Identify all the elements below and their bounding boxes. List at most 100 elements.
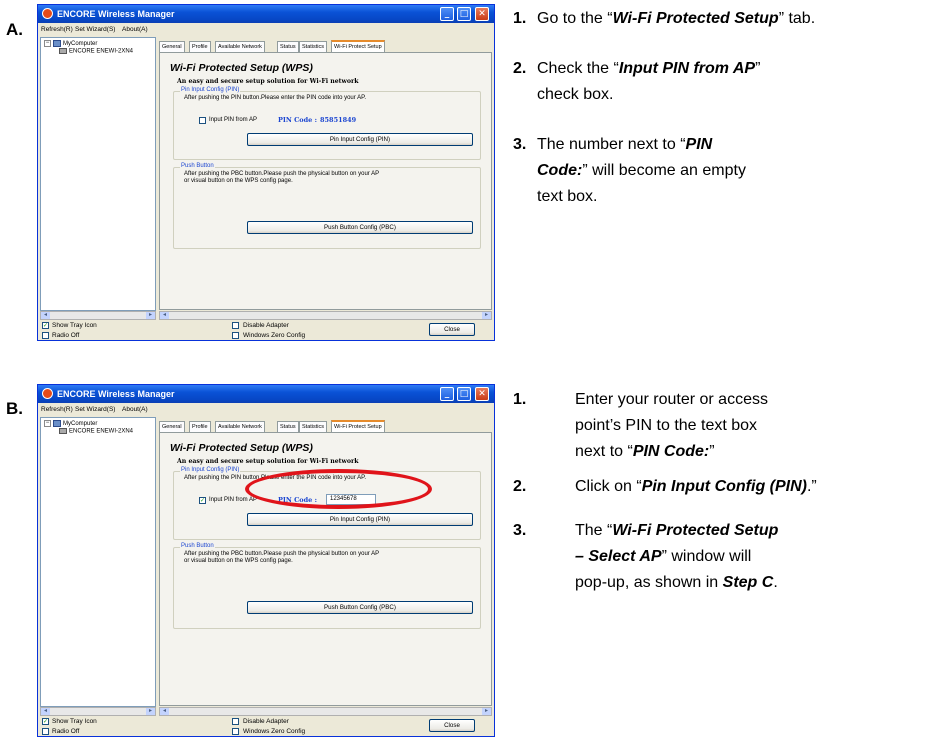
app-icon	[42, 8, 53, 19]
tree-scrollbar[interactable]: ◂ ▸	[40, 311, 156, 320]
scroll-right-icon[interactable]: ▸	[146, 708, 155, 715]
computer-icon	[53, 40, 61, 47]
disable-adapter-checkbox[interactable]	[232, 718, 239, 725]
pin-code-value: 85851849	[320, 116, 357, 124]
menu-set-wizard[interactable]: Set Wizard(S)	[75, 406, 115, 413]
title-bar[interactable]: ENCORE Wireless Manager _ □ ✕	[38, 385, 494, 403]
menu-refresh[interactable]: Refresh(R)	[41, 26, 73, 33]
tree-node-computer[interactable]: − MyComputer	[44, 40, 97, 47]
pbc-group: Push Button After pushing the PBC button…	[173, 163, 481, 249]
item-emphasis: Wi-Fi Protected Setup	[612, 10, 779, 27]
push-button-config-button[interactable]: Push Button Config (PBC)	[247, 601, 473, 614]
collapse-icon[interactable]: −	[44, 420, 51, 427]
scroll-left-icon[interactable]: ◂	[41, 708, 50, 715]
push-button-config-button[interactable]: Push Button Config (PBC)	[247, 221, 473, 234]
title-bar[interactable]: ENCORE Wireless Manager _ □ ✕	[38, 5, 494, 23]
scroll-right-icon[interactable]: ▸	[482, 312, 491, 319]
tree-node-computer[interactable]: − MyComputer	[44, 420, 97, 427]
radio-off-label: Radio Off	[52, 728, 80, 735]
scroll-left-icon[interactable]: ◂	[160, 312, 169, 319]
step-a-letter: A.	[6, 20, 23, 39]
windows-zero-config-checkbox[interactable]	[232, 728, 239, 735]
pin-group-legend: Pin Input Config (PIN)	[180, 467, 241, 473]
input-pin-label: Input PIN from AP	[209, 497, 258, 503]
item-text: .”	[806, 478, 817, 495]
step-b-letter: B.	[6, 399, 23, 418]
show-tray-checkbox[interactable]: ✓	[42, 322, 49, 329]
tab-general[interactable]: General	[159, 41, 185, 52]
panel-scrollbar[interactable]: ◂ ▸	[159, 707, 492, 716]
close-icon[interactable]: ✕	[475, 387, 489, 401]
tree-node-adapter[interactable]: ENCORE ENEWI-2XN4	[59, 428, 133, 435]
panel-scrollbar[interactable]: ◂ ▸	[159, 311, 492, 320]
item-text: The “	[575, 522, 613, 539]
windows-zero-config-label: Windows Zero Config	[243, 728, 306, 735]
tree-node-adapter[interactable]: ENCORE ENEWI-2XN4	[59, 48, 133, 55]
item-emphasis: Step C	[722, 574, 774, 591]
input-pin-checkbox[interactable]: ✓	[199, 497, 206, 504]
show-tray-label: Show Tray Icon	[52, 718, 97, 725]
item-number: 3.	[513, 136, 527, 153]
collapse-icon[interactable]: −	[44, 40, 51, 47]
disable-adapter-checkbox[interactable]	[232, 322, 239, 329]
windows-zero-config-checkbox[interactable]	[232, 332, 239, 339]
item-number: 1.	[513, 10, 527, 27]
maximize-icon[interactable]: □	[457, 7, 471, 21]
minimize-icon[interactable]: _	[440, 7, 454, 21]
tab-wifi-protect-setup[interactable]: Wi-Fi Protect Setup	[331, 40, 385, 52]
windows-zero-config-label: Windows Zero Config	[243, 332, 306, 339]
radio-off-checkbox[interactable]	[42, 332, 49, 339]
window-b: ENCORE Wireless Manager _ □ ✕ Refresh(R)…	[37, 384, 495, 737]
maximize-icon[interactable]: □	[457, 387, 471, 401]
highlight-ellipse	[245, 469, 432, 509]
tab-status[interactable]: Status	[277, 421, 299, 432]
tab-available-network[interactable]: Available Network	[215, 421, 265, 432]
close-button[interactable]: Close	[429, 719, 475, 732]
menu-set-wizard[interactable]: Set Wizard(S)	[75, 26, 115, 33]
pbc-group: Push Button After pushing the PBC button…	[173, 543, 481, 629]
menu-refresh[interactable]: Refresh(R)	[41, 406, 73, 413]
minimize-icon[interactable]: _	[440, 387, 454, 401]
tab-status[interactable]: Status	[277, 41, 299, 52]
show-tray-checkbox[interactable]: ✓	[42, 718, 49, 725]
close-icon[interactable]: ✕	[475, 7, 489, 21]
menu-about[interactable]: About(A)	[122, 26, 148, 33]
radio-off-checkbox[interactable]	[42, 728, 49, 735]
tab-available-network[interactable]: Available Network	[215, 41, 265, 52]
app-icon	[42, 388, 53, 399]
tab-statistics[interactable]: Statistics	[299, 41, 328, 52]
scroll-right-icon[interactable]: ▸	[146, 312, 155, 319]
item-text: Check the “	[537, 60, 619, 77]
close-button[interactable]: Close	[429, 323, 475, 336]
tab-wifi-protect-setup[interactable]: Wi-Fi Protect Setup	[331, 420, 385, 432]
tab-profile[interactable]: Profile	[189, 421, 211, 432]
radio-off-label: Radio Off	[52, 332, 80, 339]
menu-about[interactable]: About(A)	[122, 406, 148, 413]
scroll-left-icon[interactable]: ◂	[41, 312, 50, 319]
device-tree[interactable]: − MyComputer ENCORE ENEWI-2XN4	[40, 417, 156, 707]
tab-general[interactable]: General	[159, 421, 185, 432]
tab-profile[interactable]: Profile	[189, 41, 211, 52]
tree-scrollbar[interactable]: ◂ ▸	[40, 707, 156, 716]
pin-group-desc: After pushing the PIN button.Please ente…	[184, 95, 367, 101]
window-title: ENCORE Wireless Manager	[57, 9, 175, 19]
show-tray-label: Show Tray Icon	[52, 322, 97, 329]
pbc-group-desc-line1: After pushing the PBC button.Please push…	[184, 551, 380, 557]
input-pin-checkbox[interactable]	[199, 117, 206, 124]
pin-input-config-button[interactable]: Pin Input Config (PIN)	[247, 133, 473, 146]
item-number: 2.	[513, 478, 527, 495]
item-text: The number next to “	[537, 136, 686, 153]
item-emphasis: PIN Code:	[632, 443, 710, 460]
device-tree[interactable]: − MyComputer ENCORE ENEWI-2XN4	[40, 37, 156, 311]
pin-group: Pin Input Config (PIN) After pushing the…	[173, 87, 481, 160]
scroll-left-icon[interactable]: ◂	[160, 708, 169, 715]
tab-statistics[interactable]: Statistics	[299, 421, 328, 432]
pbc-group-legend: Push Button	[180, 543, 215, 549]
wps-subtitle: An easy and secure setup solution for Wi…	[177, 458, 359, 465]
disable-adapter-label: Disable Adapter	[243, 322, 289, 329]
window-title: ENCORE Wireless Manager	[57, 389, 175, 399]
disable-adapter-label: Disable Adapter	[243, 718, 289, 725]
pin-input-config-button[interactable]: Pin Input Config (PIN)	[247, 513, 473, 526]
item-number: 3.	[513, 522, 527, 539]
scroll-right-icon[interactable]: ▸	[482, 708, 491, 715]
